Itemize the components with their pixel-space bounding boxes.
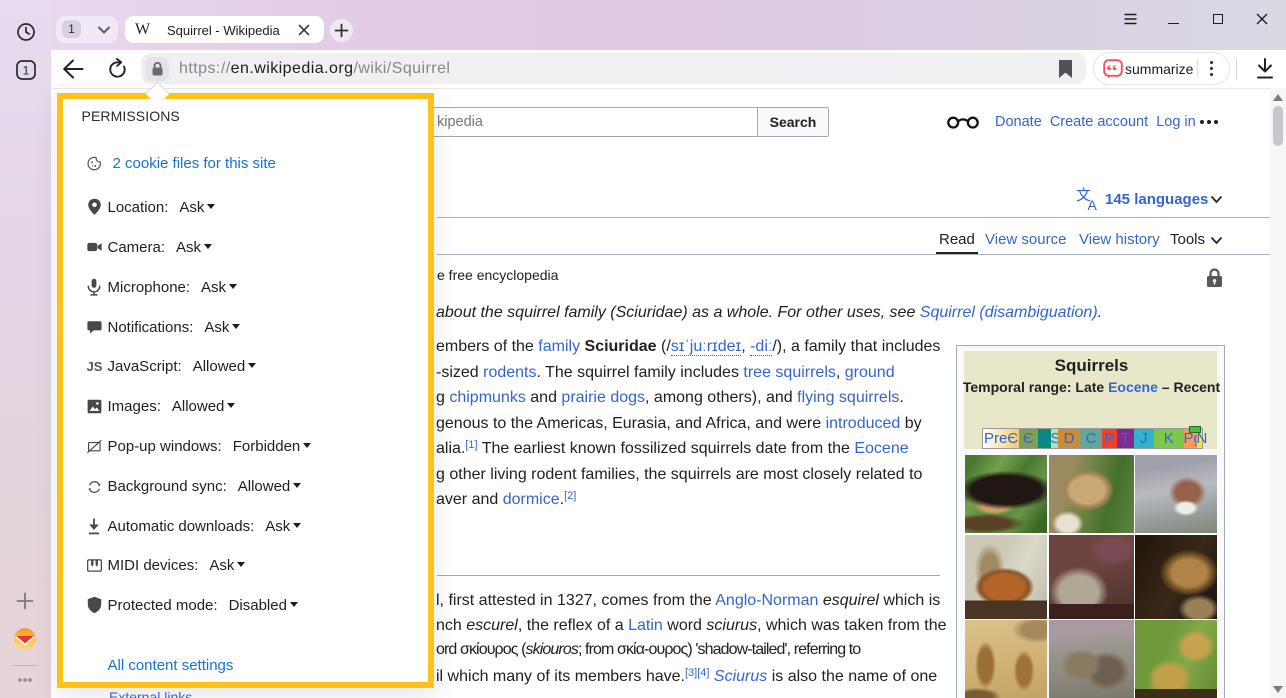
- svg-text:1: 1: [23, 64, 30, 78]
- svg-text:A: A: [1088, 197, 1098, 211]
